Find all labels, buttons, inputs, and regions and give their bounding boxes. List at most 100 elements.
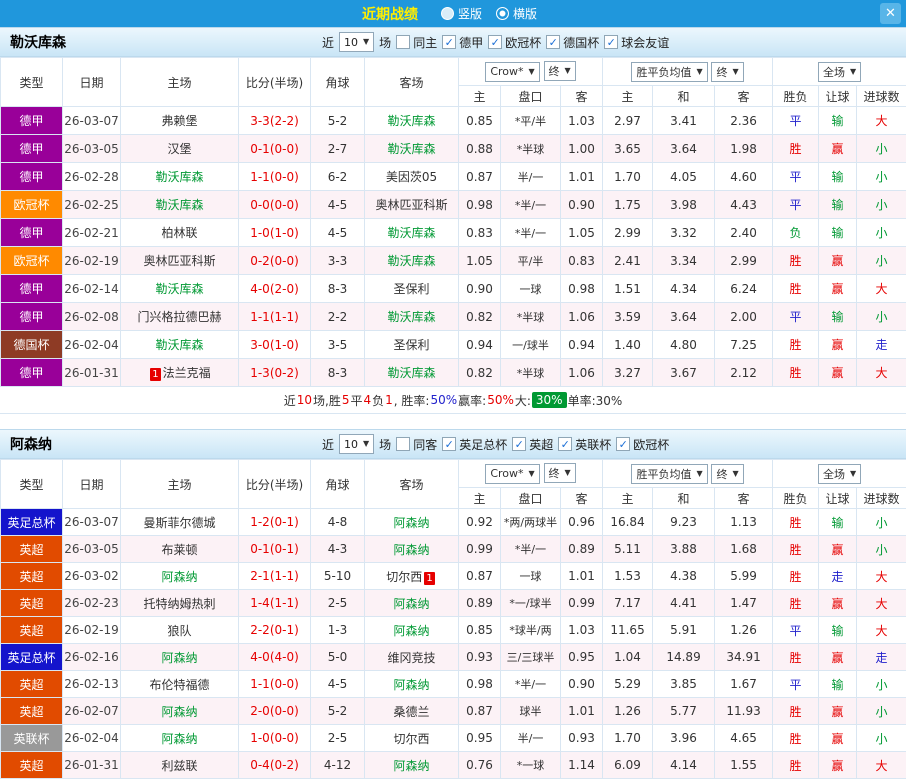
team-name: 阿森纳 <box>393 624 429 638</box>
away-team[interactable]: 勒沃库森 <box>365 303 459 331</box>
summary-part: 4 <box>363 393 371 407</box>
home-team[interactable]: 勒沃库森 <box>121 331 239 359</box>
avg-lose: 1.67 <box>715 671 773 698</box>
home-team[interactable]: 阿森纳 <box>121 698 239 725</box>
col-score: 比分(半场) <box>239 460 311 509</box>
home-team[interactable]: 阿森纳 <box>121 725 239 752</box>
league-badge: 英超 <box>1 563 63 590</box>
home-team[interactable]: 勒沃库森 <box>121 163 239 191</box>
league-badge: 英超 <box>1 617 63 644</box>
wdl-avg-select[interactable]: 胜平负均值▼ <box>631 464 707 484</box>
away-team[interactable]: 维冈竞技 <box>365 644 459 671</box>
match-count-select[interactable]: 10▼ <box>339 434 374 454</box>
home-team[interactable]: 勒沃库森 <box>121 191 239 219</box>
league-checkbox-bundesliga[interactable]: 德甲 <box>442 34 483 51</box>
home-team[interactable]: 弗赖堡 <box>121 107 239 135</box>
handicap-line: *半球 <box>501 359 561 387</box>
away-team[interactable]: 切尔西 <box>365 725 459 752</box>
away-team[interactable]: 阿森纳 <box>365 617 459 644</box>
away-team[interactable]: 奥林匹亚科斯 <box>365 191 459 219</box>
checkbox-checked-icon <box>604 35 618 49</box>
away-team[interactable]: 阿森纳 <box>365 590 459 617</box>
match-date: 26-03-05 <box>63 135 121 163</box>
same-home-checkbox[interactable]: 同主 <box>396 34 437 51</box>
handicap-result-cell: 输 <box>819 219 857 247</box>
team-name: 布莱顿 <box>161 543 197 557</box>
home-team[interactable]: 狼队 <box>121 617 239 644</box>
match-score: 0-0(0-0) <box>239 191 311 219</box>
radio-label: 横版 <box>513 5 537 22</box>
home-team[interactable]: 勒沃库森 <box>121 275 239 303</box>
corner-count: 1-3 <box>311 617 365 644</box>
layout-vertical-radio[interactable]: 竖版 <box>441 5 482 22</box>
col-home: 主场 <box>121 460 239 509</box>
away-team[interactable]: 桑德兰 <box>365 698 459 725</box>
away-team[interactable]: 勒沃库森 <box>365 219 459 247</box>
away-team[interactable]: 阿森纳 <box>365 536 459 563</box>
home-team[interactable]: 门兴格拉德巴赫 <box>121 303 239 331</box>
home-odds: 0.87 <box>459 698 501 725</box>
away-team[interactable]: 勒沃库森 <box>365 359 459 387</box>
home-team[interactable]: 布伦特福德 <box>121 671 239 698</box>
avg-draw: 5.91 <box>653 617 715 644</box>
away-team[interactable]: 圣保利 <box>365 331 459 359</box>
away-team[interactable]: 阿森纳 <box>365 752 459 779</box>
league-badge: 英超 <box>1 698 63 725</box>
fulltime-select[interactable]: 全场▼ <box>818 464 861 484</box>
corner-count: 5-0 <box>311 644 365 671</box>
home-team[interactable]: 柏林联 <box>121 219 239 247</box>
fulltime-select[interactable]: 全场▼ <box>818 62 861 82</box>
away-team[interactable]: 阿森纳 <box>365 509 459 536</box>
odds-source-select[interactable]: Crow*▼ <box>485 464 539 484</box>
away-team[interactable]: 美因茨05 <box>365 163 459 191</box>
away-team[interactable]: 圣保利 <box>365 275 459 303</box>
wdl-final-select[interactable]: 终▼ <box>711 62 743 82</box>
same-away-checkbox[interactable]: 同客 <box>396 436 437 453</box>
home-team[interactable]: 1法兰克福 <box>121 359 239 387</box>
corner-count: 2-7 <box>311 135 365 163</box>
avg-win: 11.65 <box>603 617 653 644</box>
home-team[interactable]: 布莱顿 <box>121 536 239 563</box>
league-checkbox-fa-cup[interactable]: 英足总杯 <box>442 436 507 453</box>
home-team[interactable]: 汉堡 <box>121 135 239 163</box>
home-odds: 0.82 <box>459 359 501 387</box>
league-checkbox-efl-cup[interactable]: 英联杯 <box>558 436 611 453</box>
away-team[interactable]: 切尔西1 <box>365 563 459 590</box>
away-team[interactable]: 勒沃库森 <box>365 135 459 163</box>
away-odds: 1.03 <box>561 107 603 135</box>
checkbox-checked-icon <box>546 35 560 49</box>
home-team[interactable]: 奥林匹亚科斯 <box>121 247 239 275</box>
league-checkbox-friendly[interactable]: 球会友谊 <box>604 34 669 51</box>
home-team[interactable]: 曼斯菲尔德城 <box>121 509 239 536</box>
odds-source-select[interactable]: Crow*▼ <box>485 62 539 82</box>
avg-draw: 3.88 <box>653 536 715 563</box>
odds-final-select[interactable]: 终▼ <box>544 61 576 81</box>
away-team[interactable]: 勒沃库森 <box>365 107 459 135</box>
close-button[interactable]: ✕ <box>880 3 901 24</box>
avg-lose: 34.91 <box>715 644 773 671</box>
away-team[interactable]: 阿森纳 <box>365 671 459 698</box>
summary-part: 1 <box>385 393 393 407</box>
avg-lose: 2.36 <box>715 107 773 135</box>
handicap-line: *球半/两 <box>501 617 561 644</box>
home-team[interactable]: 托特纳姆热刺 <box>121 590 239 617</box>
layout-horizontal-radio[interactable]: 横版 <box>496 5 537 22</box>
league-checkbox-ucl[interactable]: 欧冠杯 <box>488 34 541 51</box>
match-date: 26-02-04 <box>63 331 121 359</box>
handicap-line: 一球 <box>501 275 561 303</box>
away-team[interactable]: 勒沃库森 <box>365 247 459 275</box>
wdl-avg-select[interactable]: 胜平负均值▼ <box>631 62 707 82</box>
goals-result-cell: 走 <box>857 331 906 359</box>
league-checkbox-epl[interactable]: 英超 <box>512 436 553 453</box>
league-checkbox-dfb-pokal[interactable]: 德国杯 <box>546 34 599 51</box>
col-corner: 角球 <box>311 58 365 107</box>
home-team[interactable]: 阿森纳 <box>121 563 239 590</box>
odds-final-select[interactable]: 终▼ <box>544 463 576 483</box>
corner-count: 2-5 <box>311 590 365 617</box>
home-team[interactable]: 阿森纳 <box>121 644 239 671</box>
home-team[interactable]: 利兹联 <box>121 752 239 779</box>
wdl-final-select[interactable]: 终▼ <box>711 464 743 484</box>
handicap-line: *一球 <box>501 752 561 779</box>
league-checkbox-ucl[interactable]: 欧冠杯 <box>616 436 669 453</box>
match-count-select[interactable]: 10▼ <box>339 32 374 52</box>
